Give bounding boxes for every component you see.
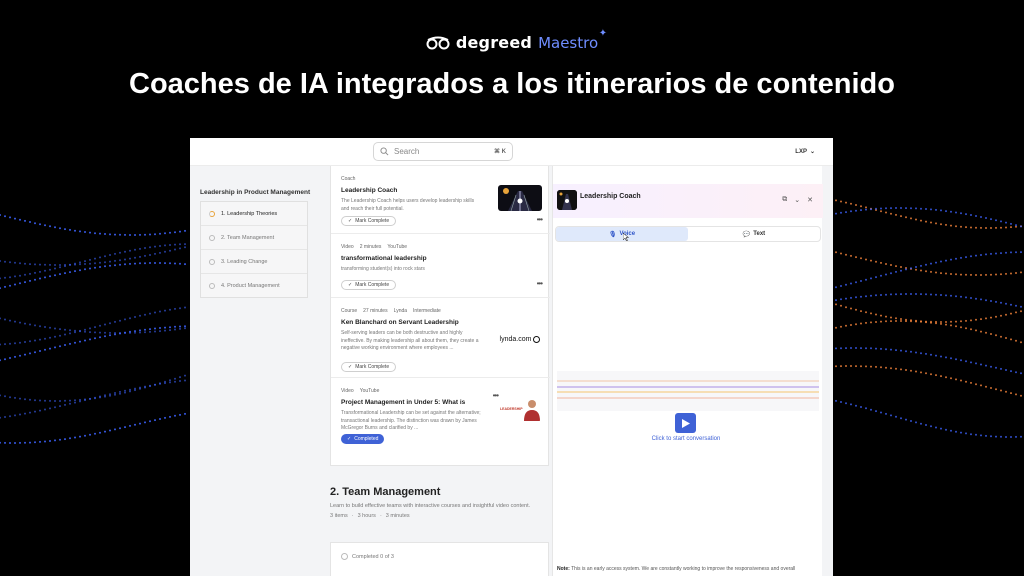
nav-item-product-management[interactable]: 4. Product Management bbox=[201, 274, 307, 298]
search-placeholder: Search bbox=[394, 147, 420, 156]
check-icon: ✓ bbox=[348, 364, 353, 370]
video-thumbnail: LEADERSHIP bbox=[498, 395, 542, 421]
search-shortcut: ⌘ K bbox=[494, 149, 506, 155]
lynda-logo-icon bbox=[533, 335, 541, 343]
section-meta: 3 items · 3 hours · 3 minutes bbox=[330, 513, 410, 519]
close-icon[interactable]: ✕ bbox=[807, 196, 813, 204]
section-title: 2. Team Management bbox=[330, 486, 441, 498]
progress-ring-icon bbox=[209, 234, 215, 241]
more-options-icon[interactable]: ••• bbox=[537, 279, 543, 288]
progress-ring-icon bbox=[341, 553, 348, 560]
card-description: transforming student(s) into rock stars bbox=[341, 266, 425, 272]
coach-panel: Leadership Coach ⧉ ⌄ ✕ 🎙 Voice 💬 Text Clic… bbox=[552, 166, 823, 576]
pathway-content: Coach Leadership Coach The Leadership Co… bbox=[330, 166, 552, 576]
start-conversation-button[interactable] bbox=[675, 413, 696, 433]
search-icon bbox=[380, 147, 389, 156]
pathway-nav: Leadership in Product Management 1. Lead… bbox=[190, 166, 330, 576]
content-card-leadership-coach[interactable]: Coach Leadership Coach The Leadership Co… bbox=[331, 166, 550, 234]
account-menu[interactable]: LXP ⌄ bbox=[795, 148, 815, 156]
card-meta: Coach bbox=[341, 176, 356, 182]
lynda-thumbnail: lynda.com bbox=[498, 326, 542, 352]
check-icon: ✓ bbox=[348, 218, 353, 224]
top-bar: Search ⌘ K LXP ⌄ bbox=[190, 138, 833, 166]
presenter-icon bbox=[524, 400, 540, 421]
brand-product: Maestro ✦ bbox=[538, 27, 608, 52]
card-meta: Video 2 minutes YouTube bbox=[341, 244, 408, 250]
pathway-title: Leadership in Product Management bbox=[200, 189, 311, 196]
nav-item-leadership-theories[interactable]: 1. Leadership Theories bbox=[201, 202, 307, 226]
card-description: Self-serving leaders can be both destruc… bbox=[341, 330, 479, 351]
search-input[interactable]: Search ⌘ K bbox=[373, 142, 513, 161]
progress-ring-icon bbox=[209, 258, 215, 265]
check-icon: ✓ bbox=[347, 436, 352, 442]
chevron-down-icon[interactable]: ⌄ bbox=[794, 196, 800, 204]
card-description: Transformational Leadership can be set a… bbox=[341, 410, 481, 431]
section-team-management: 2. Team Management Learn to build effect… bbox=[330, 486, 552, 576]
mark-complete-button[interactable]: ✓ Mark Complete bbox=[341, 216, 397, 226]
mark-complete-button[interactable]: ✓ Mark Complete bbox=[341, 362, 397, 372]
brand-lockup: degreed Maestro ✦ bbox=[0, 27, 1024, 52]
more-options-icon[interactable]: ••• bbox=[537, 215, 543, 224]
progress-ring-icon bbox=[209, 283, 215, 289]
card-title[interactable]: Ken Blanchard on Servant Leadership bbox=[341, 319, 540, 326]
sparkle-icon: ✦ bbox=[598, 27, 608, 39]
coach-thumbnail bbox=[498, 185, 542, 211]
headline: Coaches de IA integrados a los itinerari… bbox=[129, 68, 895, 100]
account-menu-label: LXP bbox=[795, 148, 807, 155]
card-meta: Video YouTube bbox=[341, 388, 380, 394]
progress-ring-icon bbox=[209, 210, 215, 217]
completed-button[interactable]: ✓ Completed bbox=[341, 434, 385, 444]
card-title[interactable]: transformational leadership bbox=[341, 255, 540, 262]
mouse-cursor-icon bbox=[623, 233, 629, 241]
degreed-logo-icon bbox=[426, 36, 450, 49]
mark-complete-button[interactable]: ✓ Mark Complete bbox=[341, 280, 397, 290]
microphone-icon: 🎙 bbox=[608, 231, 617, 238]
content-card-project-management[interactable]: Video YouTube Project Management in Under… bbox=[331, 378, 550, 466]
play-icon bbox=[681, 418, 690, 428]
content-card-transformational-leadership[interactable]: Video 2 minutes YouTube transformational l… bbox=[331, 234, 550, 298]
coach-header-actions: ⧉ ⌄ ✕ bbox=[782, 196, 813, 204]
section-progress: Completed 0 of 3 bbox=[341, 553, 394, 560]
voice-waveform bbox=[557, 371, 819, 411]
coach-header: Leadership Coach ⧉ ⌄ ✕ bbox=[553, 184, 823, 218]
brand-name: degreed bbox=[455, 33, 533, 52]
start-conversation-label: Click to start conversation bbox=[651, 436, 721, 442]
chevron-down-icon: ⌄ bbox=[809, 149, 815, 155]
nav-item-leading-change[interactable]: 3. Leading Change bbox=[201, 250, 307, 274]
section-progress-box: Completed 0 of 3 bbox=[330, 542, 549, 576]
app-window: Search ⌘ K LXP ⌄ Leadership in Product M… bbox=[190, 138, 833, 576]
check-icon: ✓ bbox=[348, 282, 353, 288]
external-link-icon[interactable]: ⧉ bbox=[782, 196, 787, 204]
section-description: Learn to build effective teams with inte… bbox=[330, 503, 531, 509]
text-mode-tab[interactable]: 💬 Text bbox=[688, 227, 820, 241]
coach-avatar bbox=[557, 190, 577, 210]
content-card-servant-leadership[interactable]: Course 27 minutes Lynda Intermediate Ken Bl… bbox=[331, 298, 550, 378]
early-access-note: Note: This is an early access system. We… bbox=[557, 566, 796, 572]
nav-item-team-management[interactable]: 2. Team Management bbox=[201, 226, 307, 250]
coach-name: Leadership Coach bbox=[580, 193, 641, 200]
pathway-section-list: 1. Leadership Theories 2. Team Managemen… bbox=[200, 201, 308, 298]
coach-mode-toggle: 🎙 Voice 💬 Text bbox=[555, 226, 821, 242]
card-meta: Course 27 minutes Lynda Intermediate bbox=[341, 308, 441, 314]
content-card-list: Coach Leadership Coach The Leadership Co… bbox=[330, 166, 550, 466]
chat-bubble-icon: 💬 bbox=[742, 231, 751, 238]
voice-mode-tab[interactable]: 🎙 Voice bbox=[556, 227, 688, 241]
card-description: The Leadership Coach helps users develop… bbox=[341, 198, 475, 212]
